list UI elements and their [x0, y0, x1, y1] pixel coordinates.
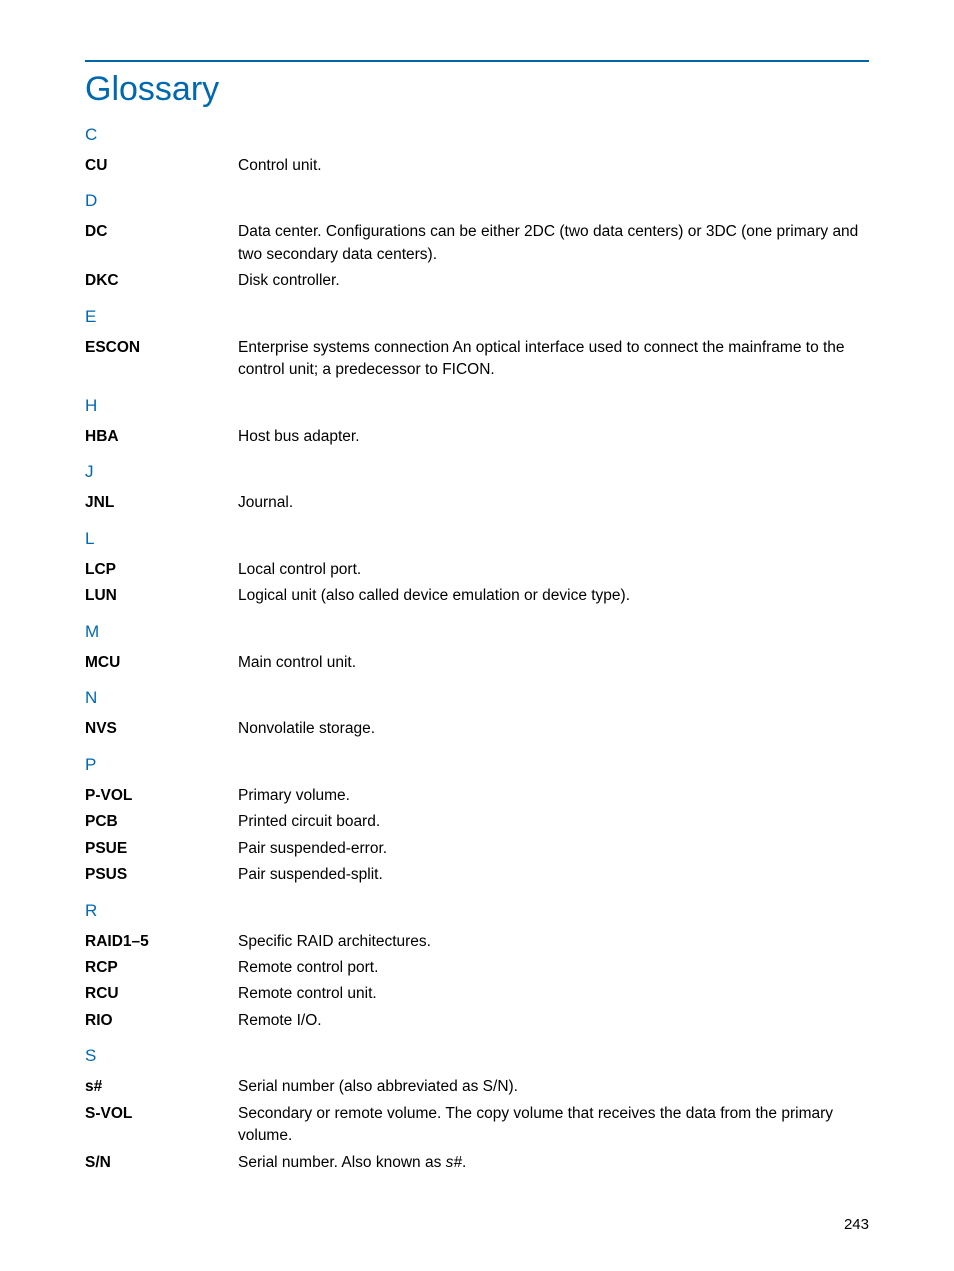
section-letter: C — [85, 125, 869, 145]
glossary-term: PSUE — [85, 838, 238, 860]
glossary-definition: Disk controller. — [238, 270, 869, 292]
glossary-definition: Journal. — [238, 492, 869, 514]
glossary-term: PSUS — [85, 864, 238, 886]
glossary-definition: Printed circuit board. — [238, 811, 869, 833]
glossary-definition: Remote control port. — [238, 957, 869, 979]
glossary-entry: P-VOLPrimary volume. — [85, 785, 869, 807]
glossary-definition: Logical unit (also called device emulati… — [238, 585, 869, 607]
glossary-entry: S-VOLSecondary or remote volume. The cop… — [85, 1103, 869, 1148]
top-rule — [85, 60, 869, 62]
glossary-term: ESCON — [85, 337, 238, 359]
glossary-definition: Serial number (also abbreviated as S/N). — [238, 1076, 869, 1098]
glossary-entry: LCPLocal control port. — [85, 559, 869, 581]
glossary-entry: DCData center. Configurations can be eit… — [85, 221, 869, 266]
glossary-entry: NVSNonvolatile storage. — [85, 718, 869, 740]
glossary-term: MCU — [85, 652, 238, 674]
glossary-term: LCP — [85, 559, 238, 581]
section-letter: D — [85, 191, 869, 211]
glossary-definition: Host bus adapter. — [238, 426, 869, 448]
glossary-definition: Local control port. — [238, 559, 869, 581]
section-letter: S — [85, 1046, 869, 1066]
glossary-entry: PSUSPair suspended-split. — [85, 864, 869, 886]
glossary-definition: Serial number. Also known as s#. — [238, 1152, 869, 1174]
glossary-entry: RCURemote control unit. — [85, 983, 869, 1005]
section-letter: J — [85, 462, 869, 482]
glossary-entry: RIORemote I/O. — [85, 1010, 869, 1032]
glossary-term: LUN — [85, 585, 238, 607]
page-number: 243 — [844, 1216, 869, 1233]
section-letter: H — [85, 396, 869, 416]
glossary-entry: JNLJournal. — [85, 492, 869, 514]
glossary-definition: Enterprise systems connection An optical… — [238, 337, 869, 382]
glossary-definition: Nonvolatile storage. — [238, 718, 869, 740]
glossary-entry: PSUEPair suspended-error. — [85, 838, 869, 860]
definition-after: . — [462, 1154, 466, 1171]
glossary-entry: RCPRemote control port. — [85, 957, 869, 979]
glossary-definition: Specific RAID architectures. — [238, 931, 869, 953]
glossary-term: JNL — [85, 492, 238, 514]
section-letter: L — [85, 529, 869, 549]
glossary-entry: MCUMain control unit. — [85, 652, 869, 674]
glossary-term: S/N — [85, 1152, 238, 1174]
page-title: Glossary — [85, 70, 869, 109]
glossary-term: s# — [85, 1076, 238, 1098]
glossary-term: RCP — [85, 957, 238, 979]
glossary-entry: s#Serial number (also abbreviated as S/N… — [85, 1076, 869, 1098]
definition-italic: s# — [446, 1154, 462, 1171]
glossary-body: C CUControl unit. D DCData center. Configur… — [85, 125, 869, 1174]
glossary-term: HBA — [85, 426, 238, 448]
section-letter: E — [85, 307, 869, 327]
section-letter: R — [85, 901, 869, 921]
glossary-definition: Remote control unit. — [238, 983, 869, 1005]
section-letter: M — [85, 622, 869, 642]
glossary-term: NVS — [85, 718, 238, 740]
glossary-definition: Pair suspended-error. — [238, 838, 869, 860]
glossary-definition: Pair suspended-split. — [238, 864, 869, 886]
glossary-definition: Secondary or remote volume. The copy vol… — [238, 1103, 869, 1148]
glossary-term: DKC — [85, 270, 238, 292]
glossary-entry: LUNLogical unit (also called device emul… — [85, 585, 869, 607]
glossary-entry: PCBPrinted circuit board. — [85, 811, 869, 833]
glossary-definition: Control unit. — [238, 155, 869, 177]
section-letter: P — [85, 755, 869, 775]
glossary-term: RAID1–5 — [85, 931, 238, 953]
glossary-term: P-VOL — [85, 785, 238, 807]
glossary-entry: RAID1–5Specific RAID architectures. — [85, 931, 869, 953]
glossary-definition: Data center. Configurations can be eithe… — [238, 221, 869, 266]
section-letter: N — [85, 688, 869, 708]
glossary-entry: ESCONEnterprise systems connection An op… — [85, 337, 869, 382]
glossary-entry: HBAHost bus adapter. — [85, 426, 869, 448]
glossary-term: RCU — [85, 983, 238, 1005]
glossary-entry: CUControl unit. — [85, 155, 869, 177]
glossary-entry: S/NSerial number. Also known as s#. — [85, 1152, 869, 1174]
definition-text: Serial number. Also known as — [238, 1154, 446, 1171]
glossary-definition: Main control unit. — [238, 652, 869, 674]
glossary-term: PCB — [85, 811, 238, 833]
glossary-term: CU — [85, 155, 238, 177]
glossary-term: S-VOL — [85, 1103, 238, 1125]
glossary-entry: DKCDisk controller. — [85, 270, 869, 292]
glossary-term: RIO — [85, 1010, 238, 1032]
glossary-definition: Primary volume. — [238, 785, 869, 807]
glossary-page: Glossary C CUControl unit. D DCData center.… — [0, 0, 954, 1218]
glossary-definition: Remote I/O. — [238, 1010, 869, 1032]
glossary-term: DC — [85, 221, 238, 243]
